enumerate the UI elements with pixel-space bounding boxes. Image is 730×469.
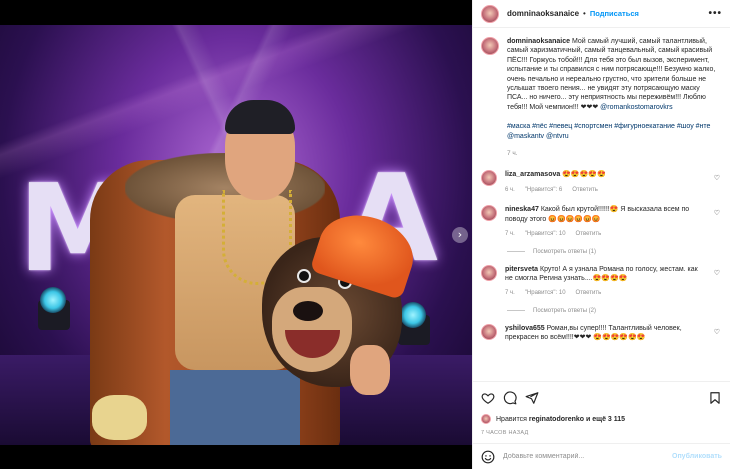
view-replies-label[interactable]: Посмотреть ответы (2) bbox=[533, 308, 596, 314]
view-replies-button[interactable]: Посмотреть ответы (2) bbox=[507, 308, 722, 314]
post-timestamp[interactable]: 7 ЧАСОВ НАЗАД bbox=[481, 430, 722, 436]
chevron-right-icon[interactable]: › bbox=[452, 227, 468, 243]
likes-count[interactable]: и ещё 3 115 bbox=[586, 416, 625, 423]
smiley-icon[interactable] bbox=[481, 450, 495, 464]
publish-button[interactable]: Опубликовать bbox=[672, 453, 722, 460]
view-replies-button[interactable]: Посмотреть ответы (1) bbox=[507, 249, 722, 255]
caption-hashtags[interactable]: #маска #пёс #певец #спортсмен #фигурноек… bbox=[507, 122, 721, 141]
heart-icon[interactable]: ♡ bbox=[714, 209, 720, 217]
author-avatar[interactable] bbox=[481, 37, 499, 55]
likes-summary: Нравится reginatodorenko и ещё 3 115 bbox=[481, 414, 722, 424]
commenter-avatar[interactable] bbox=[481, 205, 497, 222]
heart-icon[interactable]: ♡ bbox=[714, 269, 720, 277]
bookmark-icon[interactable] bbox=[708, 391, 722, 405]
comment-username[interactable]: yshilova655 bbox=[505, 325, 545, 332]
caption-username[interactable]: domninaoksanaice bbox=[507, 38, 570, 45]
comment-text: 😍😍😍😍😍 bbox=[562, 171, 606, 179]
comment-item: nineska47 Какой был крутой!!!!!!😍 Я выск… bbox=[481, 205, 722, 239]
comment-likes[interactable]: "Нравится": 10 bbox=[525, 289, 566, 298]
heart-icon[interactable]: ♡ bbox=[714, 328, 720, 336]
comment-item: pitersveta Круто! А я узнала Романа по г… bbox=[481, 264, 722, 299]
commenter-avatar[interactable] bbox=[481, 264, 497, 281]
caption-body: domninaoksanaice Мой самый лучший, самый… bbox=[507, 37, 721, 158]
follow-button[interactable]: Подписаться bbox=[590, 9, 639, 18]
dog-mask-nose bbox=[293, 301, 323, 321]
comment-body: nineska47 Какой был крутой!!!!!!😍 Я выск… bbox=[505, 205, 705, 239]
comment-likes[interactable]: "Нравится": 6 bbox=[525, 186, 562, 195]
share-icon[interactable] bbox=[525, 391, 539, 405]
glove-with-microphone bbox=[92, 395, 147, 440]
comment-body: pitersveta Круто! А я узнала Романа по г… bbox=[505, 265, 705, 299]
comment-body: liza_arzamasova 😍😍😍😍😍 6 ч. "Нравится": 6… bbox=[505, 170, 705, 195]
action-icons bbox=[481, 390, 722, 406]
comment-time[interactable]: 7 ч. bbox=[505, 230, 515, 239]
add-comment-bar: Опубликовать bbox=[473, 443, 730, 469]
caption-mention[interactable]: @romankostomarovkrs bbox=[600, 104, 672, 111]
photo-letterbox-top bbox=[0, 0, 472, 25]
author-username[interactable]: domninaoksanaice bbox=[507, 9, 579, 18]
liker-username[interactable]: reginatodorenko bbox=[529, 416, 584, 423]
comment-username[interactable]: nineska47 bbox=[505, 206, 539, 213]
comments-list[interactable]: domninaoksanaice Мой самый лучший, самый… bbox=[473, 29, 730, 381]
comment-username[interactable]: liza_arzamasova bbox=[505, 171, 560, 178]
comment-item: yshilova655 Роман,вы супер!!!! Талантлив… bbox=[481, 323, 722, 343]
heart-icon[interactable]: ♡ bbox=[714, 174, 720, 182]
photo-letterbox-bottom bbox=[0, 445, 472, 469]
replies-line bbox=[507, 310, 525, 312]
instagram-post: М А › domninaoksanaice • Подписаться •••… bbox=[0, 0, 730, 469]
commenter-avatar[interactable] bbox=[481, 170, 497, 187]
comment-meta: 7 ч. "Нравится": 10 Ответить bbox=[505, 289, 705, 298]
comment-icon[interactable] bbox=[503, 391, 517, 405]
stage-light-glow bbox=[40, 287, 66, 313]
comment-username[interactable]: pitersveta bbox=[505, 266, 538, 273]
dog-mask-eye bbox=[297, 269, 311, 283]
hand bbox=[350, 345, 390, 395]
post-photo[interactable]: М А › bbox=[0, 0, 472, 469]
stage-light-glow bbox=[400, 302, 426, 328]
likes-prefix: Нравится bbox=[496, 415, 527, 423]
comment-meta: 6 ч. "Нравится": 6 Ответить bbox=[505, 186, 705, 195]
caption-text: Мой самый лучший, самый талантливый, сам… bbox=[507, 38, 716, 111]
comment-likes[interactable]: "Нравится": 10 bbox=[525, 230, 566, 239]
comment-body: yshilova655 Роман,вы супер!!!! Талантлив… bbox=[505, 324, 705, 343]
liker-avatar[interactable] bbox=[481, 414, 491, 424]
replies-line bbox=[507, 251, 525, 252]
reply-button[interactable]: Ответить bbox=[576, 230, 602, 239]
jeans bbox=[170, 370, 300, 445]
caption-time[interactable]: 7 ч. bbox=[507, 149, 721, 158]
comment-input[interactable] bbox=[503, 453, 653, 460]
comment-time[interactable]: 7 ч. bbox=[505, 289, 515, 298]
post-side-panel: domninaoksanaice • Подписаться ••• domni… bbox=[472, 0, 730, 469]
stage-background: М А bbox=[0, 25, 472, 445]
post-header: domninaoksanaice • Подписаться ••• bbox=[473, 0, 730, 28]
comment-time[interactable]: 6 ч. bbox=[505, 186, 515, 195]
author-avatar[interactable] bbox=[481, 4, 499, 23]
view-replies-label[interactable]: Посмотреть ответы (1) bbox=[533, 249, 596, 255]
reply-button[interactable]: Ответить bbox=[576, 289, 602, 298]
comment-item: liza_arzamasova 😍😍😍😍😍 6 ч. "Нравится": 6… bbox=[481, 170, 722, 195]
reply-button[interactable]: Ответить bbox=[572, 186, 598, 195]
heart-icon[interactable] bbox=[481, 391, 495, 405]
commenter-avatar[interactable] bbox=[481, 323, 497, 340]
caption: domninaoksanaice Мой самый лучший, самый… bbox=[481, 37, 722, 158]
separator-dot: • bbox=[583, 9, 586, 18]
more-icon[interactable]: ••• bbox=[708, 8, 722, 19]
comment-meta: 7 ч. "Нравится": 10 Ответить bbox=[505, 230, 705, 239]
